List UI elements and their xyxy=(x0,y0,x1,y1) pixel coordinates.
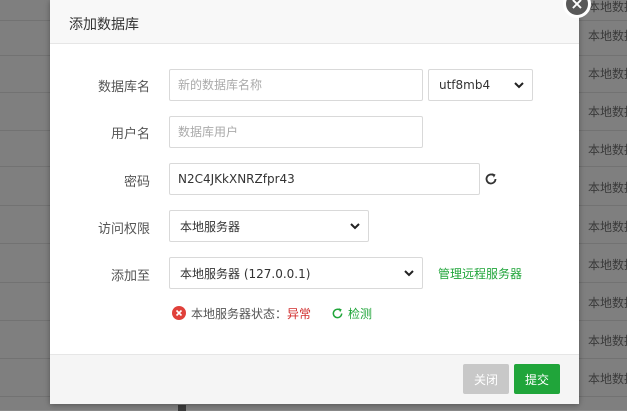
status-marker xyxy=(178,405,186,411)
refresh-icon xyxy=(332,307,343,318)
username-input[interactable] xyxy=(169,116,423,148)
add-to-label: 添加至 xyxy=(110,269,150,284)
table-cell-type: 本地数据库 xyxy=(588,67,627,81)
chevron-down-icon xyxy=(404,270,414,277)
table-cell-type: 本地数据库 xyxy=(588,334,627,348)
charset-selected: utf8mb4 xyxy=(439,78,491,92)
refresh-icon[interactable] xyxy=(484,172,498,186)
dialog-header: 添加数据库 xyxy=(50,0,579,44)
close-button[interactable]: 关闭 xyxy=(463,364,509,394)
access-selected: 本地服务器 xyxy=(180,219,241,234)
error-icon xyxy=(172,306,186,320)
server-status-value: 异常 xyxy=(287,306,312,321)
server-status-label: 本地服务器状态： xyxy=(191,306,288,321)
table-cell-type: 本地数据库 xyxy=(588,29,627,43)
db-name-label: 数据库名 xyxy=(97,80,150,95)
username-label: 用户名 xyxy=(110,127,150,142)
add-to-select[interactable]: 本地服务器 (127.0.0.1) xyxy=(169,257,423,289)
chevron-down-icon xyxy=(514,82,524,89)
table-cell-type: 本地数据库 xyxy=(588,258,627,272)
submit-button[interactable]: 提交 xyxy=(514,364,560,394)
chevron-down-icon xyxy=(350,223,360,230)
manage-remote-link[interactable]: 管理远程服务器 xyxy=(438,265,522,282)
check-button[interactable]: 检测 xyxy=(331,305,372,322)
table-cell-type: 本地数据库 xyxy=(588,0,627,14)
db-name-input[interactable] xyxy=(169,69,423,101)
table-cell-type: 本地数据库 xyxy=(588,296,627,310)
server-status: 本地服务器状态： 异常 检测 xyxy=(172,305,372,321)
table-cell-type: 本地数据库 xyxy=(588,220,627,234)
add-database-dialog: 添加数据库 数据库名 utf8mb4 用户名 密码 访问权限 本地服务器 添加至… xyxy=(50,0,579,404)
table-cell-type: 本地数据库 xyxy=(588,105,627,119)
charset-select[interactable]: utf8mb4 xyxy=(428,69,533,101)
add-to-selected: 本地服务器 (127.0.0.1) xyxy=(180,266,311,281)
password-label: 密码 xyxy=(123,175,150,190)
dialog-title: 添加数据库 xyxy=(69,17,139,33)
table-cell-type: 本地数据库 xyxy=(588,181,627,195)
access-select[interactable]: 本地服务器 xyxy=(169,210,369,242)
access-label: 访问权限 xyxy=(97,222,150,237)
dialog-footer: 关闭 提交 xyxy=(50,354,579,404)
check-label: 检测 xyxy=(348,306,373,321)
password-input[interactable] xyxy=(169,163,480,195)
table-cell-type: 本地数据库 xyxy=(588,143,627,157)
table-cell-type: 本地数据库 xyxy=(588,372,627,386)
